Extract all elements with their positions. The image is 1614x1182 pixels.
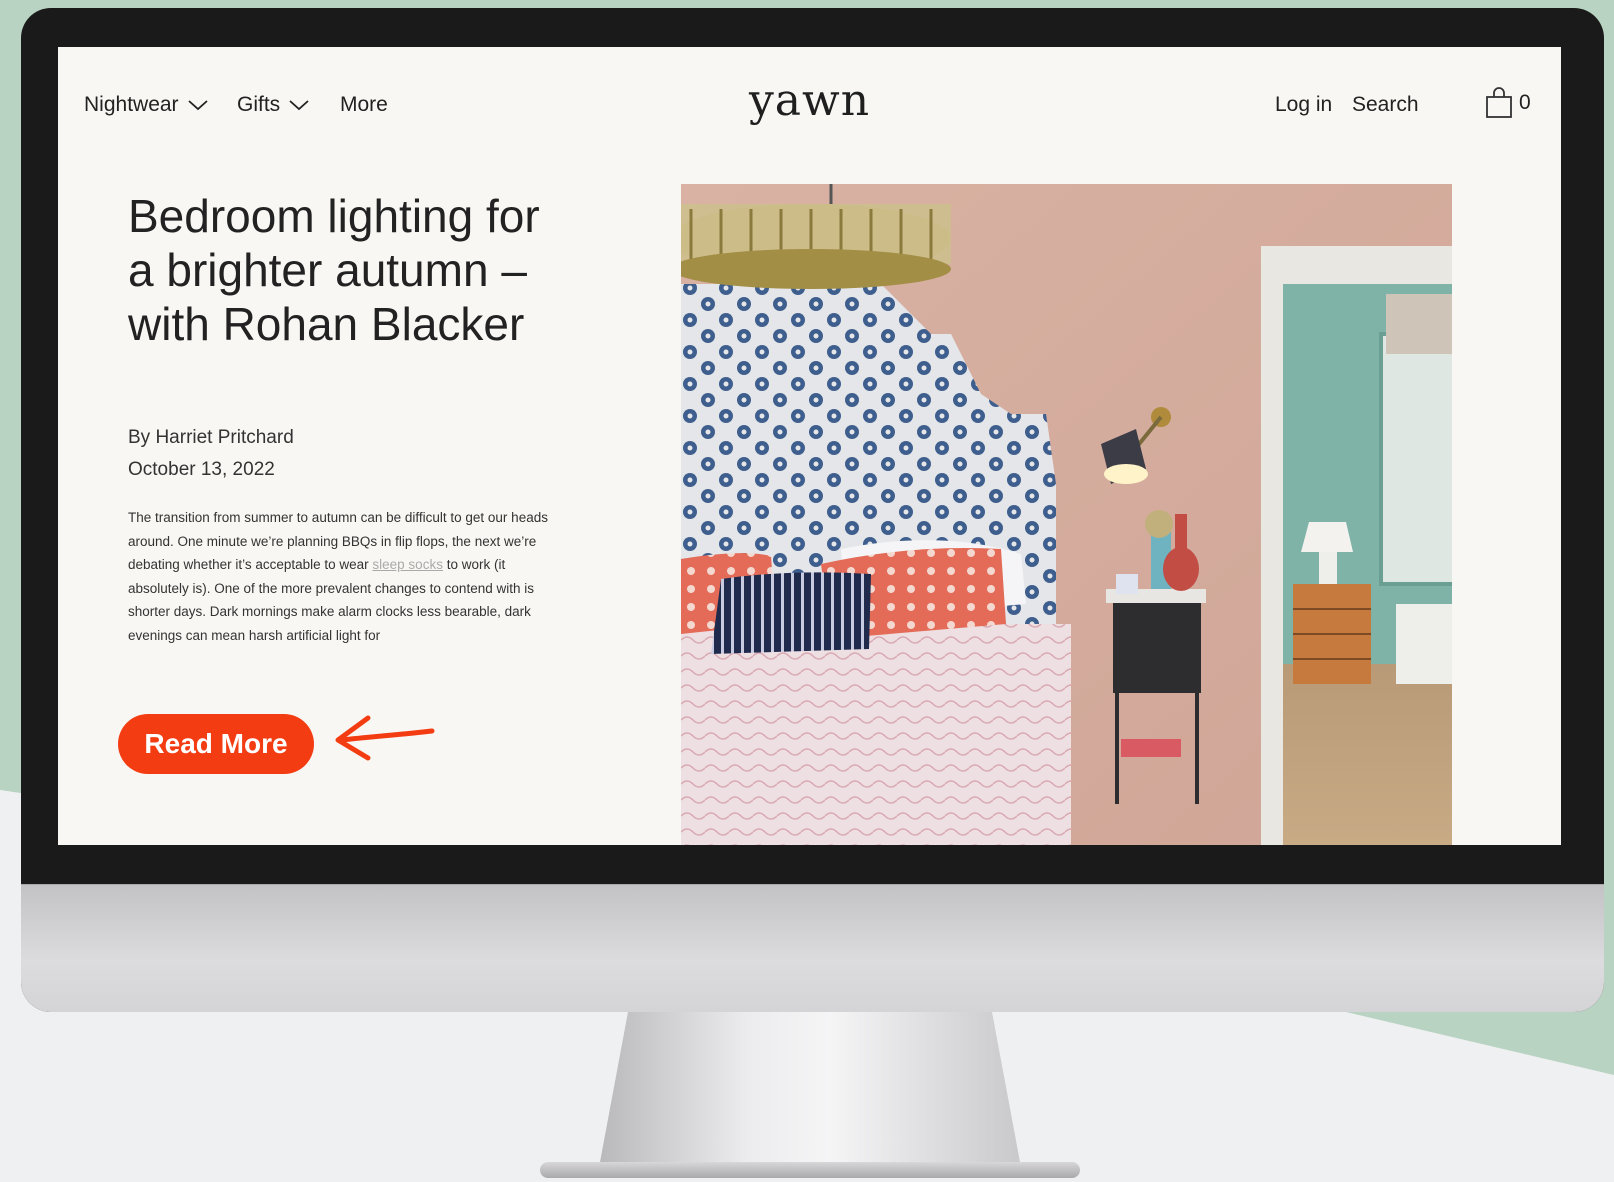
article-hero-photo xyxy=(681,184,1452,845)
bedroom-photo xyxy=(681,184,1452,845)
arrow-left-icon xyxy=(335,715,435,761)
search-link[interactable]: Search xyxy=(1352,93,1419,117)
search-label: Search xyxy=(1352,93,1419,116)
article-excerpt: The transition from summer to autumn can… xyxy=(128,506,558,648)
header-nav: Nightwear Gifts More yawn Log in Search xyxy=(58,47,1561,167)
article-date: October 13, 2022 xyxy=(128,459,275,480)
article-title: Bedroom lighting for a brighter autumn –… xyxy=(128,190,540,350)
monitor-stand xyxy=(600,1012,1020,1162)
cart-button[interactable]: 0 xyxy=(1485,87,1531,119)
monitor-stand-base xyxy=(540,1162,1080,1178)
website-screen: Nightwear Gifts More yawn Log in Search xyxy=(58,47,1561,845)
site-logo[interactable]: yawn xyxy=(58,75,1561,126)
sleep-socks-link[interactable]: sleep socks xyxy=(372,557,443,572)
article-author: By Harriet Pritchard xyxy=(128,427,294,448)
login-link[interactable]: Log in xyxy=(1275,93,1332,117)
monitor: Nightwear Gifts More yawn Log in Search xyxy=(21,8,1604,1012)
read-more-button[interactable]: Read More xyxy=(118,714,314,774)
cart-count: 0 xyxy=(1519,91,1531,114)
monitor-chin xyxy=(21,884,1604,1012)
shopping-bag-icon xyxy=(1486,87,1512,118)
login-label: Log in xyxy=(1275,93,1333,116)
